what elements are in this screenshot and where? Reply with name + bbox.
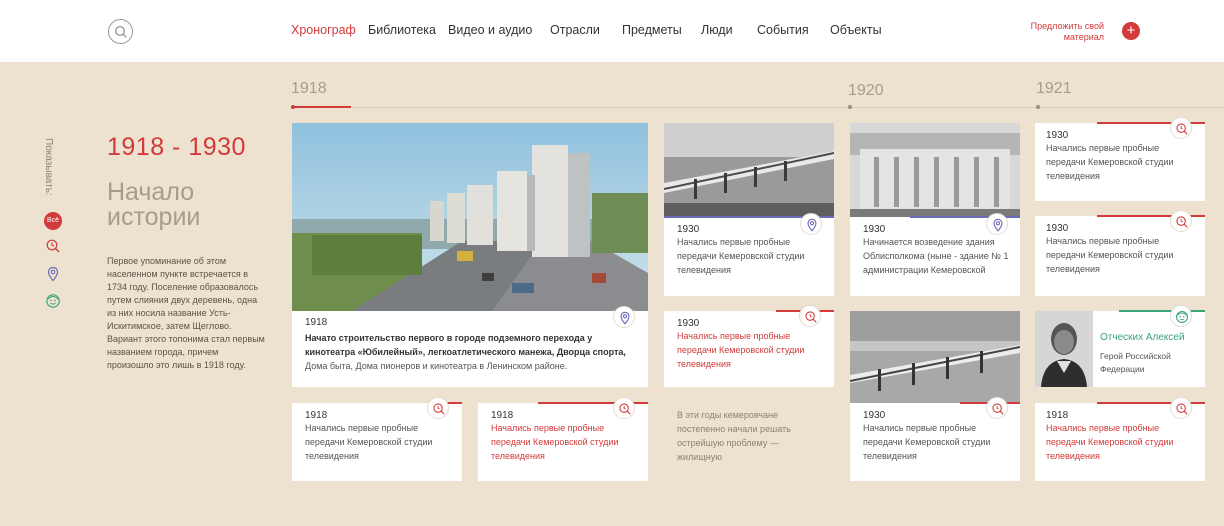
filter-events-button[interactable]: [45, 238, 61, 254]
card-event-6[interactable]: 1930 Начались первые пробные передачи Ке…: [850, 311, 1020, 481]
person-portrait: [1035, 311, 1093, 387]
card-year: 1918: [491, 410, 514, 421]
card-main-body: 1918 Начато строительство первого в горо…: [305, 317, 640, 373]
period-title: 1918 - 1930: [107, 133, 246, 161]
card-event-8[interactable]: 1930 Начались первые пробные передачи Ке…: [1035, 210, 1205, 296]
bridge-photo: [664, 123, 834, 217]
search-icon: [115, 26, 127, 38]
timeline-dot-1918: [291, 105, 295, 109]
card-text: Начались первые пробные передачи Кемеров…: [677, 331, 805, 369]
card-person-badge[interactable]: [1170, 305, 1192, 327]
card-main[interactable]: 1918 Начато строительство первого в горо…: [292, 123, 648, 387]
history-search-icon: [46, 239, 60, 253]
card-event-4[interactable]: 1930 Начались первые пробные передачи Ке…: [664, 305, 834, 387]
top-bar: Хронограф Библиотека Видео и аудио Отрас…: [0, 0, 1224, 62]
card-event-1[interactable]: 1918 Начались первые пробные передачи Ке…: [292, 397, 462, 481]
main-nav: Хронограф Библиотека Видео и аудио Отрас…: [291, 23, 882, 37]
card-text: Начались первые пробные передачи Кемеров…: [305, 423, 433, 461]
card-event-7[interactable]: 1930 Начались первые пробные передачи Ке…: [1035, 117, 1205, 201]
nav-item-events[interactable]: События: [757, 23, 830, 37]
card-text: Начались первые пробные передачи Кемеров…: [1046, 236, 1174, 274]
card-note-text: В эти годы кемеровчане постепенно начали…: [677, 410, 791, 462]
card-main-year: 1918: [305, 317, 328, 328]
person-face-icon: [1176, 311, 1188, 323]
filter-all-button[interactable]: Всё: [44, 212, 62, 230]
street-photo: [292, 123, 648, 311]
bridge-photo-2: [850, 311, 1020, 403]
filter-people-button[interactable]: [45, 293, 61, 309]
filter-places-button[interactable]: [45, 266, 61, 282]
search-button[interactable]: [108, 19, 133, 44]
card-text: Начались первые пробные передачи Кемеров…: [491, 423, 619, 461]
timeline-year-1920[interactable]: 1920: [848, 82, 884, 100]
bridge-image: [850, 311, 1020, 403]
card-event-3[interactable]: 1930 Начались первые пробные передачи Ке…: [664, 123, 834, 296]
card-year: 1930: [677, 224, 700, 235]
add-material-button[interactable]: +: [1122, 22, 1140, 40]
card-text: Начались первые пробные передачи Кемеров…: [863, 423, 991, 461]
timeline-dot-1921: [1036, 105, 1040, 109]
card-text: Начались первые пробные передачи Кемеров…: [1046, 423, 1174, 461]
intro-text: Первое упоминание об этом населенном пун…: [107, 256, 265, 370]
person-role: Герой Российской Федерации: [1100, 351, 1171, 374]
card-year: 1930: [1046, 130, 1069, 141]
show-filter-label: Показывать:: [43, 138, 54, 196]
bridge-image: [664, 123, 834, 217]
card-year: 1918: [1046, 410, 1069, 421]
card-event-5[interactable]: 1930 Начинается возведение здания Облисп…: [850, 123, 1020, 296]
timeline-line: [291, 107, 1224, 108]
nav-item-chronograph[interactable]: Хронограф: [291, 23, 368, 37]
card-year: 1918: [305, 410, 328, 421]
timeline-year-1918[interactable]: 1918: [291, 80, 327, 98]
suggest-material-link[interactable]: Предложить свой материал: [1030, 21, 1104, 43]
card-accent-line: [1119, 310, 1205, 312]
card-note: В эти годы кемеровчане постепенно начали…: [677, 408, 822, 464]
card-main-text-rest: Дома быта, Дома пионеров и кинотеатра в …: [305, 361, 568, 371]
card-main-photo: [292, 123, 648, 311]
nav-item-items[interactable]: Предметы: [622, 23, 701, 37]
card-text: Начинается возведение здания Облисполком…: [863, 237, 1009, 275]
timeline-dot-1920: [848, 105, 852, 109]
card-person[interactable]: Отческих Алексей Герой Российской Федера…: [1035, 305, 1205, 387]
card-text: Начались первые пробные передачи Кемеров…: [1046, 143, 1174, 181]
section-title: Начало истории: [107, 178, 201, 231]
person-face-icon: [46, 294, 60, 308]
building-image: [850, 123, 1020, 217]
card-event-9[interactable]: 1918 Начались первые пробные передачи Ке…: [1035, 397, 1205, 481]
card-event-2[interactable]: 1918 Начались первые пробные передачи Ке…: [478, 397, 648, 481]
plus-icon: +: [1126, 22, 1136, 39]
nav-item-people[interactable]: Люди: [701, 23, 757, 37]
nav-item-industries[interactable]: Отрасли: [550, 23, 622, 37]
location-pin-icon: [47, 266, 59, 282]
nav-item-library[interactable]: Библиотека: [368, 23, 448, 37]
nav-item-video-audio[interactable]: Видео и аудио: [448, 23, 550, 37]
timeline-active-marker: [291, 106, 351, 108]
card-text: Начались первые пробные передачи Кемеров…: [677, 237, 805, 275]
portrait-image: [1035, 311, 1093, 387]
person-name: Отческих Алексей: [1100, 332, 1185, 343]
building-photo: [850, 123, 1020, 217]
card-year: 1930: [1046, 223, 1069, 234]
card-year: 1930: [677, 318, 700, 329]
card-year: 1930: [863, 410, 886, 421]
timeline-year-1921[interactable]: 1921: [1036, 80, 1072, 98]
nav-item-objects[interactable]: Объекты: [830, 23, 882, 37]
card-main-text-bold: Начато строительство первого в городе по…: [305, 333, 626, 357]
card-year: 1930: [863, 224, 886, 235]
